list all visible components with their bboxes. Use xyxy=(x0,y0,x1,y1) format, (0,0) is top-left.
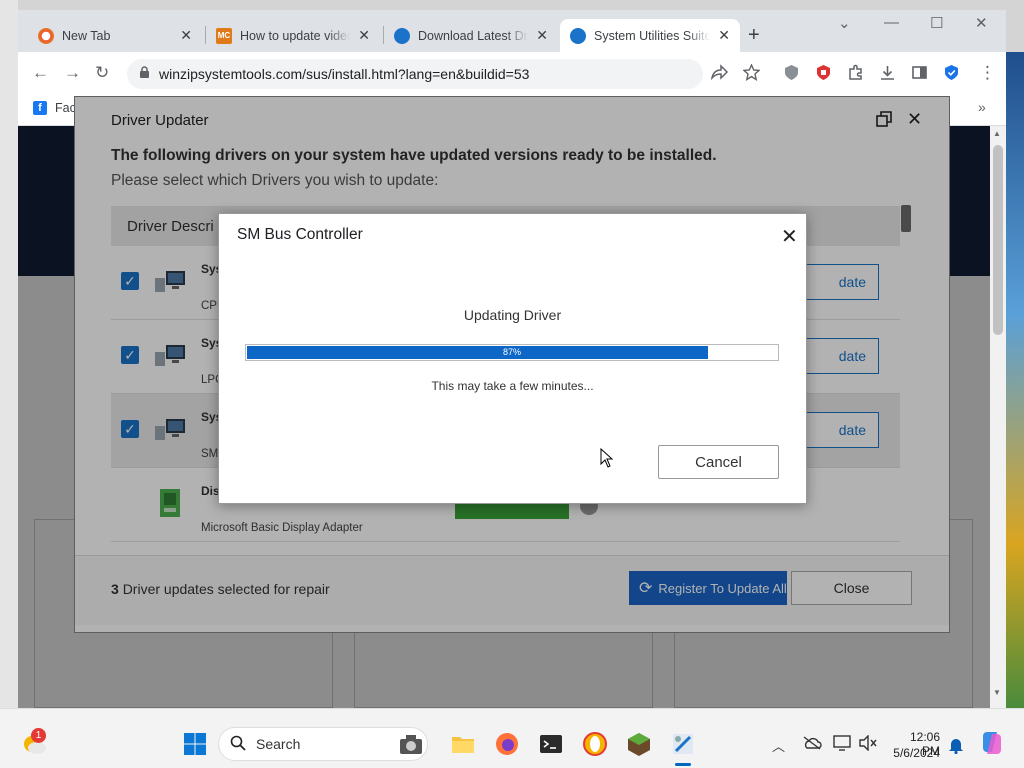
tab-search-chevron-icon[interactable]: ⌄ xyxy=(838,14,851,32)
back-arrow-icon[interactable]: ← xyxy=(32,63,49,83)
taskbar-search-box[interactable] xyxy=(218,727,428,761)
tab-title: Download Latest Driver xyxy=(418,28,528,43)
minecraft-icon[interactable] xyxy=(626,731,652,757)
dialog-title: SM Bus Controller xyxy=(237,226,363,243)
scroll-down-icon[interactable]: ▼ xyxy=(993,688,1001,697)
desktop-wallpaper-strip xyxy=(1006,52,1024,708)
tab-new-tab[interactable]: New Tab ✕ xyxy=(28,19,202,52)
lock-icon xyxy=(139,66,150,79)
mouse-cursor-icon xyxy=(600,448,614,468)
active-app-indicator xyxy=(675,763,691,766)
file-explorer-icon[interactable] xyxy=(450,731,476,757)
bookmark-star-icon[interactable] xyxy=(743,64,760,81)
dialog-close-icon[interactable]: ✕ xyxy=(781,224,798,249)
show-hidden-icons-chevron-icon[interactable]: ︿ xyxy=(772,736,785,755)
share-icon[interactable] xyxy=(711,64,729,80)
reload-icon[interactable]: ↻ xyxy=(95,63,109,83)
side-panel-icon[interactable] xyxy=(911,64,928,81)
close-icon[interactable]: ✕ xyxy=(536,27,548,44)
kebab-menu-icon[interactable]: ⋮ xyxy=(979,64,996,81)
windows-start-icon[interactable] xyxy=(183,732,207,756)
minimize-button[interactable]: — xyxy=(884,14,899,31)
tab-system-utilities[interactable]: System Utilities Suite ✕ xyxy=(560,19,740,52)
onedrive-offline-icon[interactable] xyxy=(802,736,822,750)
firefox-icon[interactable] xyxy=(494,731,520,757)
progress-percent-label: 87% xyxy=(502,347,521,357)
tab-download-driver[interactable]: Download Latest Driver ✕ xyxy=(384,19,558,52)
new-tab-button[interactable]: + xyxy=(748,24,760,47)
copilot-icon[interactable] xyxy=(979,730,1005,756)
forward-arrow-icon[interactable]: → xyxy=(64,63,81,83)
tab-title: How to update video driver xyxy=(240,28,350,43)
notification-bell-icon[interactable] xyxy=(948,736,964,754)
update-status-text: Updating Driver xyxy=(463,307,562,323)
extensions-puzzle-icon[interactable] xyxy=(847,64,864,81)
window-close-button[interactable]: ✕ xyxy=(975,14,988,32)
taskbar-search-label: Search xyxy=(256,736,301,752)
sus-logo-icon xyxy=(570,27,586,44)
search-icon xyxy=(230,735,246,751)
extension-red-icon[interactable] xyxy=(815,64,832,81)
bookmark-label[interactable]: Fac xyxy=(55,101,76,115)
terminal-icon[interactable] xyxy=(538,731,564,757)
facebook-icon: f xyxy=(33,101,47,115)
tab-how-to-update[interactable]: MC How to update video driver ✕ xyxy=(206,19,380,52)
taskbar-date[interactable]: 5/6/2024 xyxy=(892,746,940,760)
cancel-button[interactable]: Cancel xyxy=(658,445,779,479)
speaker-muted-icon[interactable] xyxy=(858,735,878,751)
desktop-left-edge xyxy=(0,0,18,708)
scroll-up-icon[interactable]: ▲ xyxy=(993,129,1001,138)
tab-title: New Tab xyxy=(62,28,111,43)
update-note-text: This may take a few minutes... xyxy=(431,379,594,393)
url-text: winzipsystemtools.com/sus/install.html?l… xyxy=(159,66,530,82)
opera-logo-icon xyxy=(38,27,54,44)
camera-app-icon[interactable] xyxy=(398,731,424,757)
weather-badge: 1 xyxy=(31,728,46,743)
download-icon[interactable] xyxy=(879,64,896,81)
mc-logo-icon: MC xyxy=(216,27,232,44)
close-icon[interactable]: ✕ xyxy=(180,27,192,44)
opera-browser-icon[interactable] xyxy=(582,731,608,757)
page-scrollbar-thumb[interactable] xyxy=(993,145,1003,335)
close-icon[interactable]: ✕ xyxy=(358,27,370,44)
vpn-shield-icon[interactable] xyxy=(943,64,960,81)
monitor-icon[interactable] xyxy=(833,735,851,751)
maximize-button[interactable]: ☐ xyxy=(930,14,943,32)
tab-title: System Utilities Suite xyxy=(594,28,711,43)
sus-logo-icon xyxy=(394,27,410,44)
close-icon[interactable]: ✕ xyxy=(718,27,730,44)
system-utilities-app-icon[interactable] xyxy=(670,731,696,757)
bookmarks-overflow-icon[interactable]: » xyxy=(978,99,986,115)
extension-shield-icon[interactable] xyxy=(783,64,800,81)
